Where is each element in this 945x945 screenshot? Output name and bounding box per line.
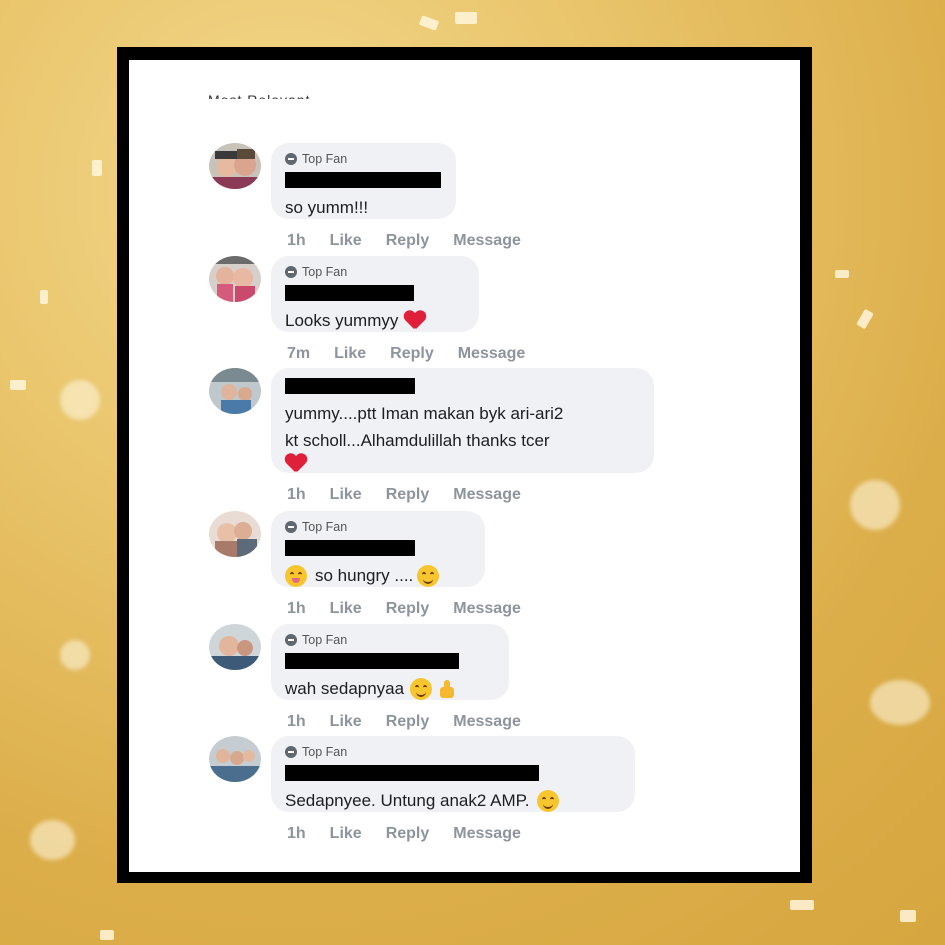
- smiling-face-icon: [537, 789, 560, 812]
- top-fan-icon: [285, 153, 297, 165]
- like-button[interactable]: Like: [330, 486, 362, 504]
- confetti: [100, 930, 114, 940]
- bokeh-light: [60, 640, 90, 670]
- avatar[interactable]: [209, 624, 261, 670]
- redacted-name: [285, 378, 415, 394]
- confetti: [790, 900, 814, 910]
- message-button[interactable]: Message: [453, 232, 521, 250]
- timestamp[interactable]: 7m: [287, 345, 310, 363]
- avatar[interactable]: [209, 143, 261, 189]
- timestamp[interactable]: 1h: [287, 600, 306, 618]
- confetti: [856, 308, 874, 330]
- bokeh-light: [870, 680, 930, 725]
- confetti: [92, 160, 102, 176]
- comment-text-line: yummy....ptt Iman makan byk ari-ari2: [285, 404, 564, 423]
- like-button[interactable]: Like: [330, 825, 362, 843]
- message-button[interactable]: Message: [453, 825, 521, 843]
- comment-emoji-line: [285, 454, 640, 474]
- avatar[interactable]: [209, 256, 261, 302]
- timestamp[interactable]: 1h: [287, 825, 306, 843]
- top-fan-label: Top Fan: [302, 745, 348, 759]
- timestamp[interactable]: 1h: [287, 486, 306, 504]
- top-fan-label: Top Fan: [302, 633, 348, 647]
- comment-text-line: kt scholl...Alhamdulillah thanks tcer: [285, 431, 550, 450]
- comment-actions: 1h Like Reply Message: [287, 232, 521, 250]
- like-button[interactable]: Like: [330, 232, 362, 250]
- comment-actions: 1h Like Reply Message: [287, 825, 521, 843]
- message-button[interactable]: Message: [453, 713, 521, 731]
- top-fan-icon: [285, 746, 297, 758]
- top-fan-label: Top Fan: [302, 520, 348, 534]
- avatar[interactable]: [209, 368, 261, 414]
- sort-header[interactable]: Most Relevant: [208, 90, 310, 99]
- confetti: [10, 380, 26, 390]
- tongue-face-icon: [285, 564, 307, 587]
- comment-actions: 7m Like Reply Message: [287, 345, 525, 363]
- avatar[interactable]: [209, 511, 261, 557]
- confetti: [900, 910, 916, 922]
- comment-text: wah sedapnyaa: [285, 675, 495, 702]
- smiling-face-icon: [410, 677, 433, 700]
- comment-bubble: Top Fan wah sedapnyaa: [271, 624, 509, 700]
- comment-text: Sedapnyee. Untung anak2 AMP.: [285, 787, 621, 814]
- timestamp[interactable]: 1h: [287, 232, 306, 250]
- redacted-name: [285, 653, 459, 669]
- comment-actions: 1h Like Reply Message: [287, 713, 521, 731]
- comment-bubble: Top Fan so yumm!!!: [271, 143, 456, 219]
- red-heart-icon: [404, 311, 426, 331]
- comment-text: so yumm!!!: [285, 198, 369, 217]
- confetti: [455, 12, 477, 24]
- bokeh-light: [30, 820, 75, 860]
- timestamp[interactable]: 1h: [287, 713, 306, 731]
- top-fan-badge: Top Fan: [285, 632, 495, 648]
- message-button[interactable]: Message: [453, 486, 521, 504]
- top-fan-badge: Top Fan: [285, 519, 471, 535]
- smiling-face-icon: [417, 564, 440, 587]
- red-heart-icon: [285, 454, 307, 474]
- bokeh-light: [60, 380, 100, 420]
- thumbs-up-icon: [436, 679, 456, 699]
- message-button[interactable]: Message: [458, 345, 526, 363]
- top-fan-icon: [285, 634, 297, 646]
- comment-actions: 1h Like Reply Message: [287, 486, 521, 504]
- comment-text: so hungry ....: [285, 562, 471, 589]
- top-fan-icon: [285, 266, 297, 278]
- like-button[interactable]: Like: [330, 600, 362, 618]
- like-button[interactable]: Like: [330, 713, 362, 731]
- redacted-name: [285, 540, 415, 556]
- redacted-name: [285, 765, 539, 781]
- bokeh-light: [850, 480, 900, 530]
- top-fan-label: Top Fan: [302, 152, 348, 166]
- top-fan-label: Top Fan: [302, 265, 348, 279]
- comment-bubble: Top Fan Sedapnyee. Untung anak2 AMP.: [271, 736, 635, 812]
- avatar[interactable]: [209, 736, 261, 782]
- top-fan-badge: Top Fan: [285, 151, 442, 167]
- reply-button[interactable]: Reply: [386, 600, 430, 618]
- confetti: [418, 15, 440, 31]
- comments-panel: Most Relevant Top Fan so yumm!!! 1h Like…: [129, 60, 800, 872]
- confetti: [40, 290, 48, 304]
- message-button[interactable]: Message: [453, 600, 521, 618]
- like-button[interactable]: Like: [334, 345, 366, 363]
- reply-button[interactable]: Reply: [386, 486, 430, 504]
- confetti: [835, 270, 849, 278]
- comment-actions: 1h Like Reply Message: [287, 600, 521, 618]
- top-fan-icon: [285, 521, 297, 533]
- comment-text: Looks yummyy: [285, 307, 465, 334]
- reply-button[interactable]: Reply: [386, 825, 430, 843]
- comment-bubble: yummy....ptt Iman makan byk ari-ari2 kt …: [271, 368, 654, 473]
- reply-button[interactable]: Reply: [386, 713, 430, 731]
- reply-button[interactable]: Reply: [386, 232, 430, 250]
- comment-bubble: Top Fan so hungry ....: [271, 511, 485, 587]
- comment-bubble: Top Fan Looks yummyy: [271, 256, 479, 332]
- top-fan-badge: Top Fan: [285, 264, 465, 280]
- redacted-name: [285, 285, 414, 301]
- top-fan-badge: Top Fan: [285, 744, 621, 760]
- redacted-name: [285, 172, 441, 188]
- reply-button[interactable]: Reply: [390, 345, 434, 363]
